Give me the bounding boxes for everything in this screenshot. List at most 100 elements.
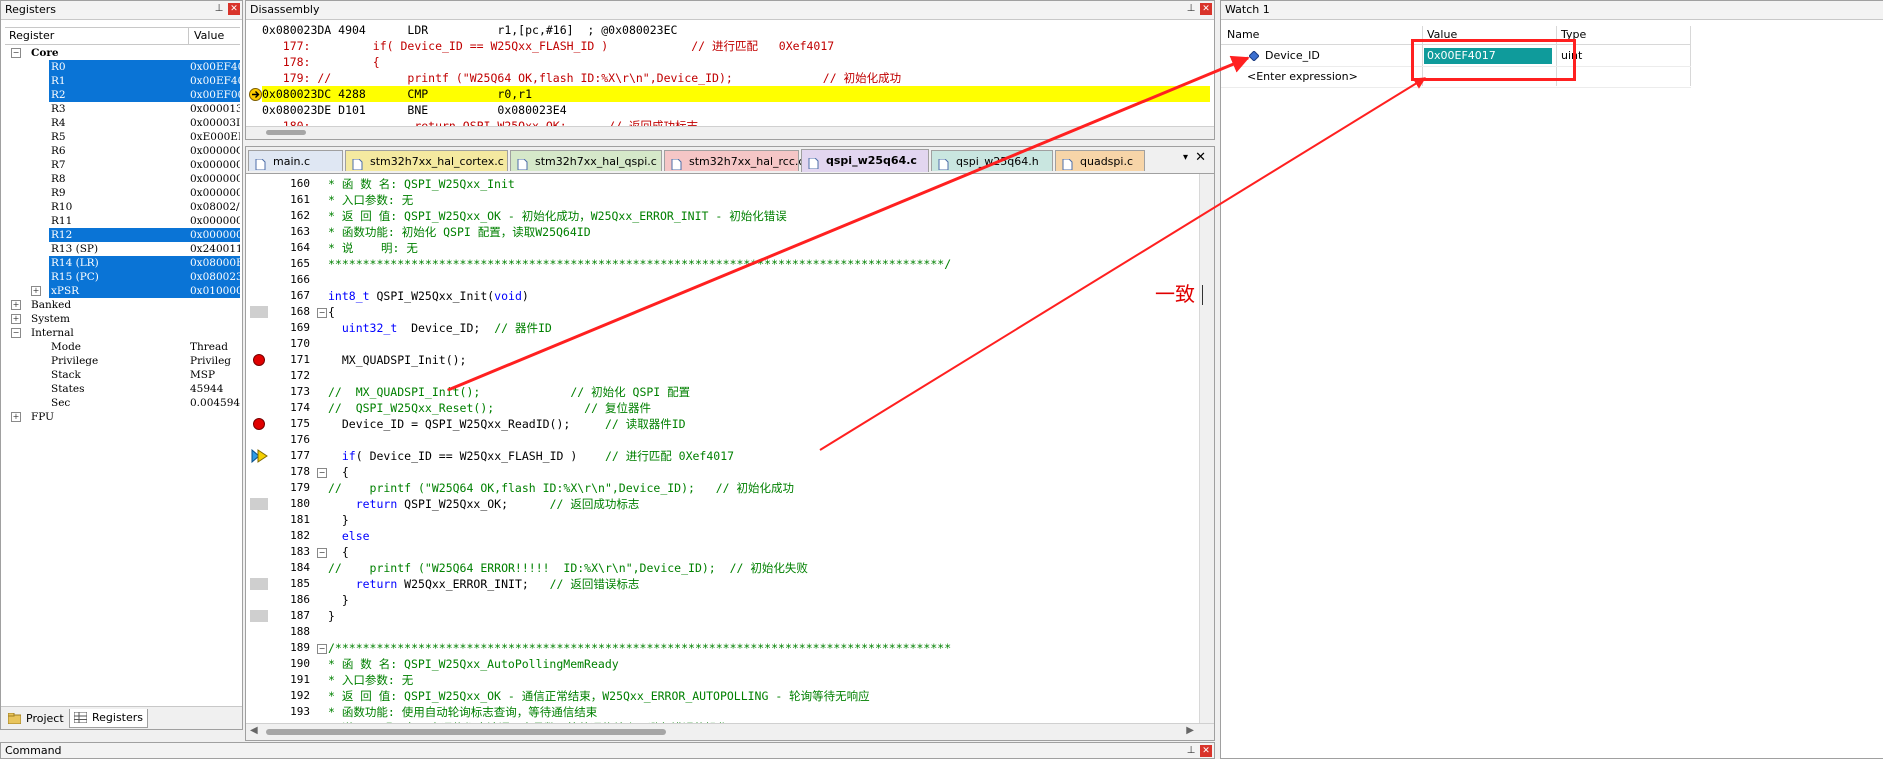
tab-registers[interactable]: Registers bbox=[69, 709, 149, 728]
close-icon[interactable]: ✕ bbox=[1200, 745, 1212, 757]
line-number-gutter[interactable]: 160 161 162 163 164 165 166 167 168 169 170 171 172 1… bbox=[246, 174, 316, 734]
register-row[interactable]: + xPSR 0x010000 bbox=[1, 284, 242, 298]
code-line[interactable]: if( Device_ID == W25Qxx_FLASH_ID ) // 进行… bbox=[328, 448, 734, 464]
register-row[interactable]: Sec 0.004594 bbox=[1, 396, 242, 410]
file-tab[interactable]: qspi_w25q64.c bbox=[801, 149, 929, 172]
register-row[interactable]: R10 0x08002/ bbox=[1, 200, 242, 214]
disassembly-line[interactable]: 178: { bbox=[262, 55, 380, 70]
file-tab[interactable]: quadspi.c bbox=[1055, 150, 1145, 171]
expand-toggle-icon[interactable]: + bbox=[11, 314, 21, 324]
code-line[interactable]: ****************************************… bbox=[328, 256, 951, 272]
disassembly-line[interactable]: 179: // printf ("W25Q64 OK,flash ID:%X\r… bbox=[262, 71, 901, 86]
register-row[interactable]: R11 0x000000 bbox=[1, 214, 242, 228]
code-line[interactable]: // QSPI_W25Qxx_Reset(); // 复位器件 bbox=[328, 400, 651, 416]
register-row[interactable]: R2 0x00EF00 bbox=[1, 88, 242, 102]
code-line[interactable]: else bbox=[328, 528, 370, 544]
register-row[interactable]: Stack MSP bbox=[1, 368, 242, 382]
code-line[interactable]: { bbox=[328, 544, 349, 560]
file-tab[interactable]: stm32h7xx_hal_qspi.c bbox=[510, 150, 662, 171]
code-line[interactable]: // printf ("W25Q64 OK,flash ID:%X\r\n",D… bbox=[328, 480, 794, 496]
code-line[interactable]: } bbox=[328, 512, 349, 528]
register-row[interactable]: R4 0x00003I bbox=[1, 116, 242, 130]
code-line[interactable]: uint32_t Device_ID; // 器件ID bbox=[328, 320, 552, 336]
code-line[interactable]: // printf ("W25Q64 ERROR!!!!! ID:%X\r\n"… bbox=[328, 560, 808, 576]
register-row[interactable]: R0 0x00EF40 bbox=[1, 60, 242, 74]
register-row[interactable]: R9 0x000000 bbox=[1, 186, 242, 200]
code-line[interactable]: * 函数功能: 使用自动轮询标志查询，等待通信结束 bbox=[328, 704, 597, 720]
scroll-right-icon[interactable]: ▶ bbox=[1186, 725, 1194, 736]
col-value[interactable]: Value bbox=[194, 29, 224, 42]
register-row[interactable]: R12 0x000000 bbox=[1, 228, 242, 242]
register-row[interactable]: R7 0x000000 bbox=[1, 158, 242, 172]
code-line[interactable]: int8_t QSPI_W25Qxx_Init(void) bbox=[328, 288, 529, 304]
disassembly-line[interactable]: 0x080023DC 4288 CMP r0,r1 bbox=[262, 87, 532, 102]
code-line[interactable]: { bbox=[328, 304, 335, 320]
register-row[interactable]: + System bbox=[1, 312, 242, 326]
expand-toggle-icon[interactable]: + bbox=[11, 412, 21, 422]
disassembly-line[interactable]: 0x080023DA 4904 LDR r1,[pc,#16] ; @0x080… bbox=[262, 23, 677, 38]
register-row[interactable]: R6 0x00000C bbox=[1, 144, 242, 158]
close-tab-icon[interactable]: ✕ bbox=[1195, 150, 1206, 165]
disassembly-line[interactable]: 177: if( Device_ID == W25Qxx_FLASH_ID ) … bbox=[262, 39, 834, 54]
code-line[interactable]: { bbox=[328, 464, 349, 480]
disassembly-hscrollbar[interactable] bbox=[246, 126, 1214, 139]
register-row[interactable]: R1 0x00EF40 bbox=[1, 74, 242, 88]
hscroll-thumb[interactable] bbox=[266, 729, 666, 735]
file-tab[interactable]: stm32h7xx_hal_cortex.c bbox=[345, 150, 508, 171]
file-tab[interactable]: stm32h7xx_hal_rcc.c bbox=[664, 150, 804, 171]
code-line[interactable]: * 函 数 名: QSPI_W25Qxx_AutoPollingMemReady bbox=[328, 656, 619, 672]
code-line[interactable]: Device_ID = QSPI_W25Qxx_ReadID(); // 读取器… bbox=[328, 416, 686, 432]
file-tab[interactable]: qspi_w25q64.h bbox=[931, 150, 1053, 171]
code-line[interactable]: * 说 明: 无 bbox=[328, 240, 418, 256]
register-row[interactable]: R13 (SP) 0x240011 bbox=[1, 242, 242, 256]
file-tab[interactable]: main.c bbox=[248, 150, 343, 171]
code-line[interactable]: * 返 回 值: QSPI_W25Qxx_OK - 初始化成功，W25Qxx_E… bbox=[328, 208, 787, 224]
breakpoint-icon[interactable] bbox=[253, 354, 265, 366]
register-row[interactable]: R8 0x000000 bbox=[1, 172, 242, 186]
col-name[interactable]: Name bbox=[1227, 28, 1259, 41]
code-line[interactable]: * 函数功能: 初始化 QSPI 配置，读取W25Q64ID bbox=[328, 224, 591, 240]
register-row[interactable]: R15 (PC) 0x080023 bbox=[1, 270, 242, 284]
pin-icon[interactable]: ⊥ bbox=[213, 3, 225, 15]
code-line[interactable]: return W25Qxx_ERROR_INIT; // 返回错误标志 bbox=[328, 576, 640, 592]
register-row[interactable]: R3 0x000013 bbox=[1, 102, 242, 116]
register-row[interactable]: States 45944 bbox=[1, 382, 242, 396]
enter-expression-label[interactable]: <Enter expression> bbox=[1247, 67, 1358, 87]
register-row[interactable]: Privilege Privileg bbox=[1, 354, 242, 368]
register-row[interactable]: R5 0xE000EI bbox=[1, 130, 242, 144]
register-row[interactable]: − Core bbox=[1, 46, 242, 60]
expand-toggle-icon[interactable]: − bbox=[11, 48, 21, 58]
register-row[interactable]: + FPU bbox=[1, 410, 242, 424]
code-line[interactable]: * 返 回 值: QSPI_W25Qxx_OK - 通信正常结束，W25Qxx_… bbox=[328, 688, 870, 704]
code-line[interactable]: MX_QUADSPI_Init(); bbox=[328, 352, 467, 368]
code-line[interactable]: * 入口参数: 无 bbox=[328, 192, 413, 208]
breakpoint-icon[interactable] bbox=[253, 418, 265, 430]
register-row[interactable]: Mode Thread bbox=[1, 340, 242, 354]
tab-dropdown-icon[interactable]: ▾ bbox=[1183, 152, 1188, 163]
code-line[interactable]: } bbox=[328, 608, 335, 624]
expand-toggle-icon[interactable]: + bbox=[11, 300, 21, 310]
editor-vscrollbar[interactable] bbox=[1199, 174, 1214, 724]
editor-hscrollbar[interactable]: ◀ ▶ bbox=[246, 723, 1214, 740]
pin-icon[interactable]: ⊥ bbox=[1185, 745, 1197, 757]
close-icon[interactable]: ✕ bbox=[1200, 3, 1212, 15]
scroll-left-icon[interactable]: ◀ bbox=[250, 725, 258, 736]
register-row[interactable]: R14 (LR) 0x08000E bbox=[1, 256, 242, 270]
code-line[interactable]: * 函 数 名: QSPI_W25Qxx_Init bbox=[328, 176, 515, 192]
pin-icon[interactable]: ⊥ bbox=[1185, 3, 1197, 15]
register-row[interactable]: − Internal bbox=[1, 326, 242, 340]
expand-toggle-icon[interactable]: − bbox=[11, 328, 21, 338]
code-line[interactable]: /***************************************… bbox=[328, 640, 951, 656]
code-line[interactable]: } bbox=[328, 592, 349, 608]
close-icon[interactable]: ✕ bbox=[228, 3, 240, 15]
code-area[interactable]: * 函 数 名: QSPI_W25Qxx_Init * 入口参数: 无 * 返 回 … bbox=[326, 174, 1200, 735]
disassembly-line[interactable]: 0x080023DE D101 BNE 0x080023E4 bbox=[262, 103, 567, 118]
tab-project[interactable]: Project bbox=[3, 709, 69, 729]
register-row[interactable]: + Banked bbox=[1, 298, 242, 312]
code-line[interactable]: return QSPI_W25Qxx_OK; // 返回成功标志 bbox=[328, 496, 640, 512]
code-line[interactable]: // MX_QUADSPI_Init(); // 初始化 QSPI 配置 bbox=[328, 384, 690, 400]
expand-toggle-icon[interactable]: + bbox=[31, 286, 41, 296]
registers-tree: − Core R0 0x00EF40 R1 0x00EF40 R2 0x00EF00 R3 0x0… bbox=[1, 46, 242, 424]
col-register[interactable]: Register bbox=[9, 29, 54, 42]
code-line[interactable]: * 入口参数: 无 bbox=[328, 672, 413, 688]
